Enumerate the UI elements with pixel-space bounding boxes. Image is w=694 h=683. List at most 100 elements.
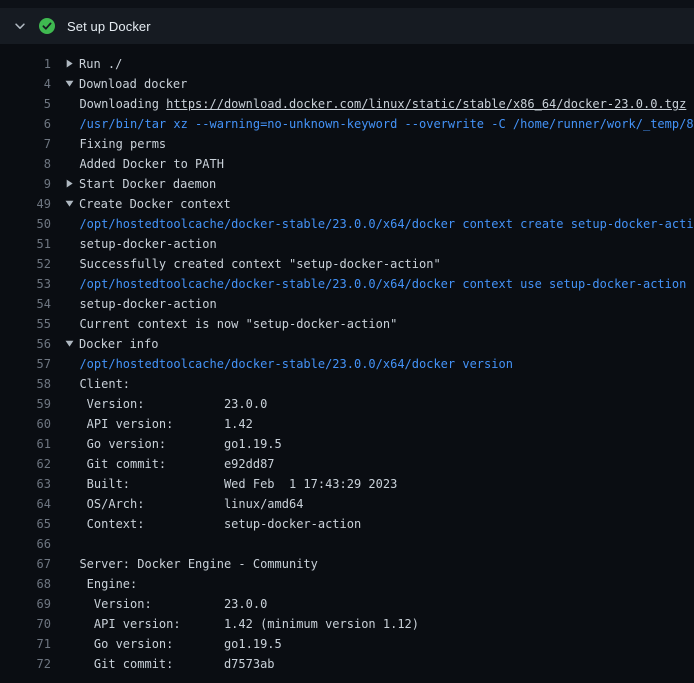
actions-log-viewer: Set up Docker 1 Run ./ 4 Download docker 5 D… [0,8,694,683]
log-line: 61 Go version: go1.19.5 [0,434,694,454]
log-text: Download docker [51,74,187,94]
log-text: Context: setup-docker-action [51,514,361,534]
log-text: Client: [51,374,130,394]
line-number[interactable]: 4 [0,74,51,94]
log-text: Git commit: e92dd87 [51,454,275,474]
line-number[interactable]: 49 [0,194,51,214]
line-number[interactable]: 65 [0,514,51,534]
log-link[interactable]: https://download.docker.com/linux/static… [166,97,686,111]
line-number[interactable]: 67 [0,554,51,574]
log-line: 52 Successfully created context "setup-d… [0,254,694,274]
log-text: API version: 1.42 (minimum version 1.12) [51,614,419,634]
check-circle-icon [39,18,55,34]
log-line: 68 Engine: [0,574,694,594]
log-line: 71 Go version: go1.19.5 [0,634,694,654]
chevron-down-icon[interactable] [13,19,27,33]
line-number[interactable]: 6 [0,114,51,134]
log-group-line[interactable]: 56Docker info [0,334,694,354]
log-text: setup-docker-action [51,234,217,254]
line-number[interactable]: 7 [0,134,51,154]
log-text [51,534,65,554]
log-line: 7 Fixing perms [0,134,694,154]
line-number[interactable]: 54 [0,294,51,314]
log-text: Version: 23.0.0 [51,594,267,614]
log-text: Downloading https://download.docker.com/… [51,94,686,114]
line-number[interactable]: 5 [0,94,51,114]
line-number[interactable]: 60 [0,414,51,434]
line-number[interactable]: 52 [0,254,51,274]
line-number[interactable]: 55 [0,314,51,334]
line-number[interactable]: 1 [0,54,51,74]
log-line: 8 Added Docker to PATH [0,154,694,174]
log-group-line[interactable]: 4 Download docker [0,74,694,94]
log-line: 58 Client: [0,374,694,394]
log-line: 62 Git commit: e92dd87 [0,454,694,474]
log-text: Built: Wed Feb 1 17:43:29 2023 [51,474,397,494]
log-line: 65 Context: setup-docker-action [0,514,694,534]
line-number[interactable]: 62 [0,454,51,474]
log-text: OS/Arch: linux/amd64 [51,494,303,514]
log-line: 60 API version: 1.42 [0,414,694,434]
log-text-segment: Downloading [65,97,166,111]
line-number[interactable]: 57 [0,354,51,374]
line-number[interactable]: 64 [0,494,51,514]
step-title: Set up Docker [67,19,151,34]
log-command-text: /opt/hostedtoolcache/docker-stable/23.0.… [51,274,686,294]
log-group-line[interactable]: 1 Run ./ [0,54,694,74]
line-number[interactable]: 58 [0,374,51,394]
log-text: Create Docker context [51,194,231,214]
log-command-text: /opt/hostedtoolcache/docker-stable/23.0.… [51,354,513,374]
line-number[interactable]: 66 [0,534,51,554]
line-number[interactable]: 50 [0,214,51,234]
group-label: Download docker [79,77,187,91]
log-line: 70 API version: 1.42 (minimum version 1.… [0,614,694,634]
step-header[interactable]: Set up Docker [0,8,694,44]
log-line: 51 setup-docker-action [0,234,694,254]
log-text: Run ./ [51,54,122,74]
log-text: Added Docker to PATH [51,154,224,174]
line-number[interactable]: 70 [0,614,51,634]
log-line: 59 Version: 23.0.0 [0,394,694,414]
line-number[interactable]: 63 [0,474,51,494]
log-text: Go version: go1.19.5 [51,434,282,454]
log-text: Go version: go1.19.5 [51,634,282,654]
log-line: 6 /usr/bin/tar xz --warning=no-unknown-k… [0,114,694,134]
log-text: Current context is now "setup-docker-act… [51,314,397,334]
line-number[interactable]: 72 [0,654,51,674]
log-text: Fixing perms [51,134,166,154]
line-number[interactable]: 59 [0,394,51,414]
triangle-down-icon[interactable] [65,194,79,214]
log-line: 69 Version: 23.0.0 [0,594,694,614]
log-line: 72 Git commit: d7573ab [0,654,694,674]
triangle-down-icon[interactable] [65,74,79,94]
triangle-right-icon[interactable] [65,174,79,194]
line-number[interactable]: 71 [0,634,51,654]
line-number[interactable]: 8 [0,154,51,174]
log-container: 1 Run ./ 4 Download docker 5 Downloading htt… [0,44,694,683]
log-text: setup-docker-action [51,294,217,314]
log-command-text: /usr/bin/tar xz --warning=no-unknown-key… [51,114,694,134]
log-text: Successfully created context "setup-dock… [51,254,441,274]
line-number[interactable]: 53 [0,274,51,294]
log-line: 5 Downloading https://download.docker.co… [0,94,694,114]
log-line: 66 [0,534,694,554]
line-number[interactable]: 9 [0,174,51,194]
log-group-line[interactable]: 49Create Docker context [0,194,694,214]
line-number[interactable]: 69 [0,594,51,614]
log-text: Version: 23.0.0 [51,394,267,414]
log-text: Docker info [51,334,158,354]
group-label: Run ./ [79,57,122,71]
log-line: 53 /opt/hostedtoolcache/docker-stable/23… [0,274,694,294]
line-number[interactable]: 56 [0,334,51,354]
line-number[interactable]: 61 [0,434,51,454]
line-number[interactable]: 68 [0,574,51,594]
log-line: 54 setup-docker-action [0,294,694,314]
log-line: 55 Current context is now "setup-docker-… [0,314,694,334]
log-text: Git commit: d7573ab [51,654,275,674]
line-number[interactable]: 51 [0,234,51,254]
log-group-line[interactable]: 9Start Docker daemon [0,174,694,194]
log-line: 50 /opt/hostedtoolcache/docker-stable/23… [0,214,694,234]
triangle-right-icon[interactable] [65,54,79,74]
log-text: API version: 1.42 [51,414,253,434]
triangle-down-icon[interactable] [65,334,79,354]
